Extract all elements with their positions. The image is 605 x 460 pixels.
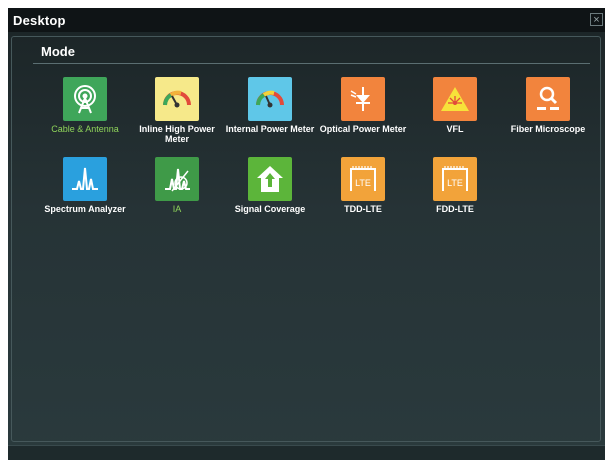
- app-label: Inline High Power Meter: [139, 124, 215, 144]
- app-label: Signal Coverage: [234, 204, 306, 214]
- app-inline-high-power-meter[interactable]: Inline High Power Meter: [131, 77, 223, 144]
- app-fdd-lte[interactable]: LTE FDD-LTE: [409, 157, 501, 214]
- app-spectrum-analyzer[interactable]: Spectrum Analyzer: [39, 157, 131, 214]
- gauge-icon: [248, 77, 292, 121]
- lte-icon: LTE: [433, 157, 477, 201]
- app-label: Fiber Microscope: [510, 124, 586, 134]
- lte-glyph-text: LTE: [355, 178, 371, 188]
- desktop-window: Desktop × Mode Cable & Antenna Inline Hi…: [8, 8, 605, 460]
- mode-panel: Mode Cable & Antenna Inline High Power M…: [11, 36, 601, 442]
- app-label: IA: [172, 204, 182, 214]
- app-signal-coverage[interactable]: Signal Coverage: [224, 157, 316, 214]
- gauge-icon: [155, 77, 199, 121]
- lte-glyph-text: LTE: [447, 178, 463, 188]
- section-title: Mode: [41, 44, 75, 59]
- laser-warning-icon: [433, 77, 477, 121]
- app-label: Cable & Antenna: [51, 124, 119, 134]
- app-label: Spectrum Analyzer: [44, 204, 126, 214]
- app-label: Internal Power Meter: [225, 124, 315, 134]
- app-vfl[interactable]: VFL: [409, 77, 501, 134]
- app-optical-power-meter[interactable]: Optical Power Meter: [317, 77, 409, 134]
- app-internal-power-meter[interactable]: Internal Power Meter: [224, 77, 316, 134]
- spectrum-icon: [63, 157, 107, 201]
- close-button[interactable]: ×: [590, 13, 603, 26]
- app-tdd-lte[interactable]: LTE TDD-LTE: [317, 157, 409, 214]
- photodiode-icon: [341, 77, 385, 121]
- title-bar: Desktop ×: [8, 8, 605, 32]
- app-label: VFL: [446, 124, 464, 134]
- coverage-icon: [248, 157, 292, 201]
- section-divider: [33, 63, 590, 64]
- app-ia[interactable]: IA: [131, 157, 223, 214]
- app-label: FDD-LTE: [436, 204, 474, 214]
- status-strip: [8, 445, 605, 460]
- window-title: Desktop: [13, 13, 66, 28]
- app-cable-antenna[interactable]: Cable & Antenna: [39, 77, 131, 134]
- app-fiber-microscope[interactable]: Fiber Microscope: [502, 77, 594, 134]
- app-label: Optical Power Meter: [319, 124, 407, 134]
- interference-icon: [155, 157, 199, 201]
- lte-icon: LTE: [341, 157, 385, 201]
- microscope-icon: [526, 77, 570, 121]
- app-label: TDD-LTE: [344, 204, 382, 214]
- antenna-icon: [63, 77, 107, 121]
